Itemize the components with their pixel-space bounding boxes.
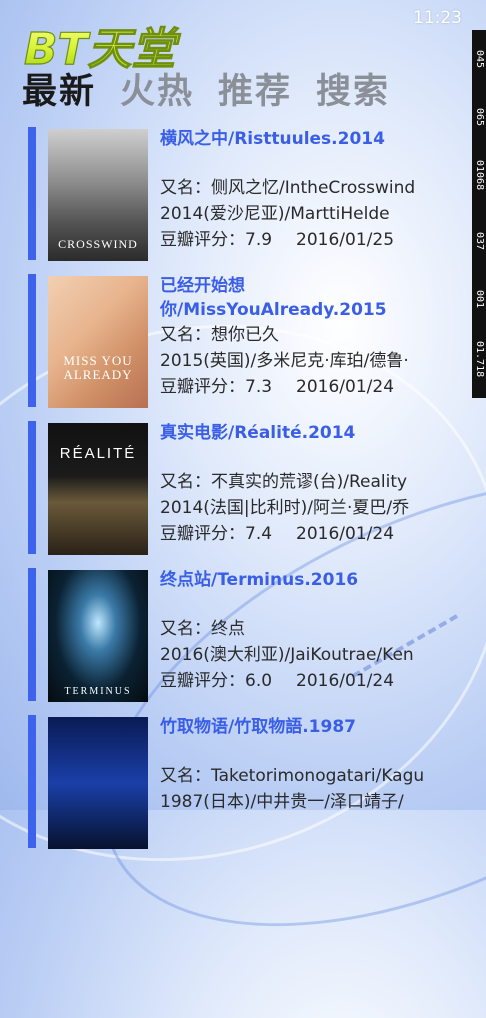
movie-info: 终点站/Terminus.2016 又名：终点 2016(澳大利亚)/JaiKo… <box>160 568 438 708</box>
movie-rating-row: 豆瓣评分：7.9 2016/01/25 <box>160 227 438 253</box>
movie-meta: 2016(澳大利亚)/JaiKoutrae/Ken <box>160 645 414 665</box>
movie-date: 2016/01/24 <box>296 377 395 397</box>
movie-date: 2016/01/25 <box>296 230 395 250</box>
movie-poster[interactable]: CROSSWIND <box>48 129 148 261</box>
movie-info: 竹取物语/竹取物語.1987 又名：Taketorimonogatari/Kag… <box>160 715 438 855</box>
movie-poster[interactable]: RÉALITÉ <box>48 423 148 555</box>
tab-search[interactable]: 搜索 <box>316 70 390 114</box>
side-status-strip: 045 065 01068 037 001 01.718 <box>472 30 486 398</box>
movie-title[interactable]: 横风之中/Risttuules.2014 <box>160 127 438 175</box>
movie-meta: 2015(英国)/多米尼克·库珀/德鲁· <box>160 351 409 371</box>
movie-list-item[interactable]: 竹取物语/竹取物語.1987 又名：Taketorimonogatari/Kag… <box>28 715 440 862</box>
movie-rating-row: 豆瓣评分：6.0 2016/01/24 <box>160 668 438 694</box>
movie-poster[interactable]: TERMINUS <box>48 570 148 702</box>
movie-title[interactable]: 竹取物语/竹取物語.1987 <box>160 715 438 763</box>
movie-info: 横风之中/Risttuules.2014 又名：侧风之忆/IntheCrossw… <box>160 127 438 267</box>
item-accent-bar <box>28 274 36 407</box>
movie-info: 真实电影/Réalité.2014 又名：不真实的荒谬(台)/Reality 2… <box>160 421 438 561</box>
side-strip-value: 01068 <box>474 159 485 191</box>
movie-alias: 又名：侧风之忆/IntheCrosswind <box>160 178 416 198</box>
movie-info: 已经开始想你/MissYouAlready.2015 又名：想你已久 2015(… <box>160 274 438 414</box>
movie-alias: 又名：不真实的荒谬(台)/Reality <box>160 472 408 492</box>
movie-date: 2016/01/24 <box>296 671 395 691</box>
movie-title[interactable]: 真实电影/Réalité.2014 <box>160 421 438 469</box>
tab-recommend[interactable]: 推荐 <box>218 70 292 114</box>
movie-list: CROSSWIND 横风之中/Risttuules.2014 又名：侧风之忆/I… <box>28 127 440 862</box>
side-strip-value: 001 <box>474 289 485 309</box>
poster-title-text: RÉALITÉ <box>59 445 137 462</box>
movie-list-item[interactable]: MISS YOU ALREADY 已经开始想你/MissYouAlready.2… <box>28 274 440 421</box>
movie-poster[interactable] <box>48 717 148 849</box>
side-strip-value: 065 <box>474 107 485 127</box>
item-accent-bar <box>28 421 36 554</box>
movie-date: 2016/01/24 <box>296 524 395 544</box>
movie-title[interactable]: 已经开始想你/MissYouAlready.2015 <box>160 274 438 322</box>
movie-meta: 2014(爱沙尼亚)/MarttiHelde <box>160 204 390 224</box>
movie-rating-row: 豆瓣评分：7.4 2016/01/24 <box>160 521 438 547</box>
movie-alias: 又名：终点 <box>160 619 245 639</box>
movie-meta: 1987(日本)/中井贵一/泽口靖子/ <box>160 792 404 812</box>
app-logo: BT天堂 <box>23 23 182 72</box>
tab-latest[interactable]: 最新 <box>22 70 96 114</box>
movie-rating: 豆瓣评分：6.0 <box>160 671 273 691</box>
movie-list-item[interactable]: RÉALITÉ 真实电影/Réalité.2014 又名：不真实的荒谬(台)/R… <box>28 421 440 568</box>
movie-list-item[interactable]: TERMINUS 终点站/Terminus.2016 又名：终点 2016(澳大… <box>28 568 440 715</box>
status-time: 11:23 <box>413 8 462 28</box>
poster-title-text: CROSSWIND <box>58 237 138 251</box>
movie-alias: 又名：Taketorimonogatari/Kagu <box>160 766 425 786</box>
movie-rating: 豆瓣评分：7.4 <box>160 524 273 544</box>
movie-rating-row: 豆瓣评分：7.3 2016/01/24 <box>160 374 438 400</box>
side-strip-value: 01.718 <box>474 340 485 378</box>
movie-list-item[interactable]: CROSSWIND 横风之中/Risttuules.2014 又名：侧风之忆/I… <box>28 127 440 274</box>
movie-rating: 豆瓣评分：7.9 <box>160 230 273 250</box>
poster-title-text: TERMINUS <box>64 686 132 697</box>
tab-hot[interactable]: 火热 <box>120 70 194 114</box>
movie-alias: 又名：想你已久 <box>160 325 279 345</box>
app-logo-text: BT天堂 <box>24 24 182 72</box>
movie-poster[interactable]: MISS YOU ALREADY <box>48 276 148 408</box>
movie-meta: 2014(法国|比利时)/阿兰·夏巴/乔 <box>160 498 410 518</box>
side-strip-value: 045 <box>474 49 485 69</box>
item-accent-bar <box>28 568 36 701</box>
item-accent-bar <box>28 715 36 848</box>
movie-rating: 豆瓣评分：7.3 <box>160 377 273 397</box>
side-strip-value: 037 <box>474 231 485 251</box>
movie-title[interactable]: 终点站/Terminus.2016 <box>160 568 438 616</box>
item-accent-bar <box>28 127 36 260</box>
poster-title-text: MISS YOU ALREADY <box>63 353 133 382</box>
tab-bar: 最新 火热 推荐 搜索 <box>22 70 390 114</box>
